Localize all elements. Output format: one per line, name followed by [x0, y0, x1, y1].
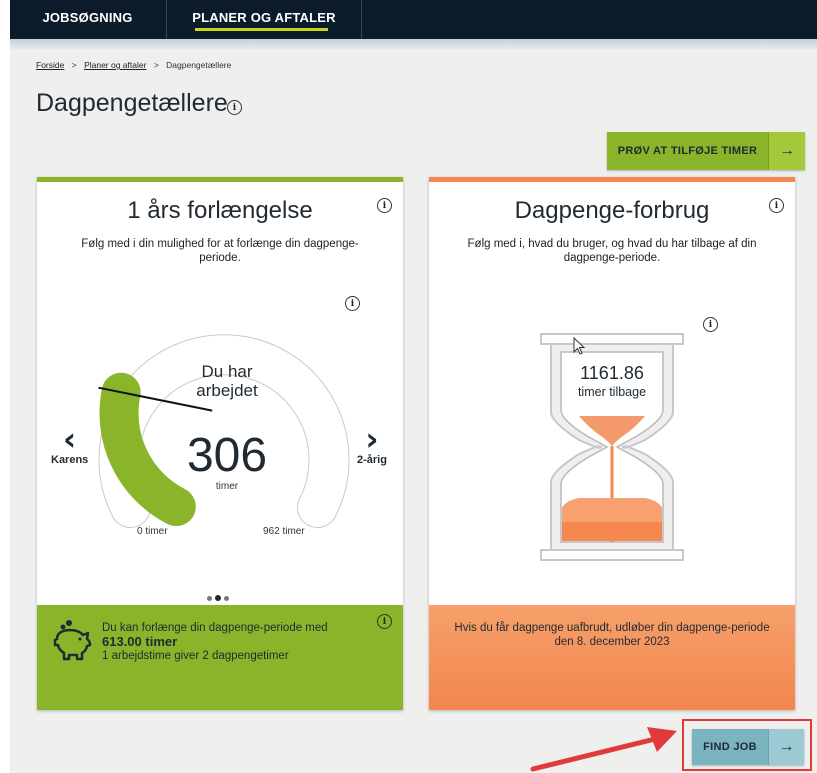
next-counter-label: 2-årig	[357, 454, 387, 466]
usage-card: Dagpenge-forbrug i Følg med i, hvad du b…	[429, 177, 795, 710]
gauge-caption: Du har arbejdet	[196, 362, 258, 400]
piggy-bank-icon	[53, 620, 92, 661]
tab-jobsogning-label: JOBSØGNING	[42, 10, 133, 25]
add-hours-label: PRØV AT TILFØJE TIMER	[617, 145, 758, 157]
extension-footer-hours: 613.00 timer	[102, 634, 178, 649]
chevron-right-icon: ›	[365, 420, 379, 458]
extension-footer-text: Du kan forlænge din dagpenge-periode med…	[102, 622, 328, 663]
chevron-left-icon: ‹	[63, 420, 77, 458]
tab-planer-og-aftaler-label: PLANER OG AFTALER	[192, 10, 336, 25]
info-icon[interactable]: i	[227, 100, 242, 115]
mouse-cursor-icon	[573, 337, 586, 355]
annotation-highlight-box	[682, 719, 812, 771]
prev-counter-button[interactable]: ‹ Karens	[51, 420, 89, 466]
red-annotation-arrow-icon	[530, 727, 677, 772]
tab-planer-og-aftaler[interactable]: PLANER OG AFTALER	[166, 0, 362, 39]
pager-dot[interactable]	[224, 595, 229, 601]
carousel-pager	[207, 595, 229, 601]
info-icon[interactable]: i	[703, 317, 718, 332]
tab-jobsogning[interactable]: JOBSØGNING	[10, 0, 165, 39]
pager-dot-active[interactable]	[215, 595, 221, 601]
usage-card-description: Følg med i, hvad du bruger, og hvad du h…	[467, 238, 757, 264]
info-icon[interactable]: i	[377, 614, 392, 629]
nav-divider	[10, 39, 817, 49]
breadcrumb-forside[interactable]: Forside	[36, 60, 64, 70]
gauge-max-label: 962 timer	[263, 526, 305, 537]
extension-card-footer: Du kan forlænge din dagpenge-periode med…	[37, 605, 403, 710]
info-icon[interactable]: i	[769, 198, 784, 213]
usage-card-title: Dagpenge-forbrug	[514, 197, 710, 224]
extension-footer-line3: 1 arbejdstime giver 2 dagpengetimer	[102, 650, 289, 662]
gauge-unit: timer	[215, 481, 239, 492]
prev-counter-label: Karens	[51, 454, 89, 466]
breadcrumb: Forside > Planer og aftaler > Dagpengetæ…	[36, 60, 231, 70]
pager-dot[interactable]	[207, 595, 212, 601]
usage-footer-text: Hvis du får dagpenge uafbrudt, udløber d…	[454, 622, 770, 648]
hours-left-label: timer tilbage	[577, 385, 647, 399]
hours-left-value: 1161.86	[580, 363, 644, 383]
breadcrumb-current: Dagpengetællere	[166, 60, 232, 70]
breadcrumb-separator: >	[153, 60, 159, 70]
active-tab-indicator	[195, 28, 328, 31]
page-title: Dagpengetællere	[36, 89, 228, 117]
breadcrumb-planer-og-aftaler[interactable]: Planer og aftaler	[84, 60, 146, 70]
gauge-min-label: 0 timer	[137, 526, 168, 537]
extension-card: 1 års forlængelse i Følg med i din mulig…	[37, 177, 403, 710]
next-counter-button[interactable]: › 2-årig	[357, 420, 387, 466]
gauge-value: 306	[186, 429, 268, 482]
arrow-right-icon: →	[768, 132, 805, 170]
breadcrumb-separator: >	[71, 60, 77, 70]
add-hours-button[interactable]: PRØV AT TILFØJE TIMER →	[607, 132, 805, 170]
usage-card-footer: Hvis du får dagpenge uafbrudt, udløber d…	[429, 605, 795, 710]
